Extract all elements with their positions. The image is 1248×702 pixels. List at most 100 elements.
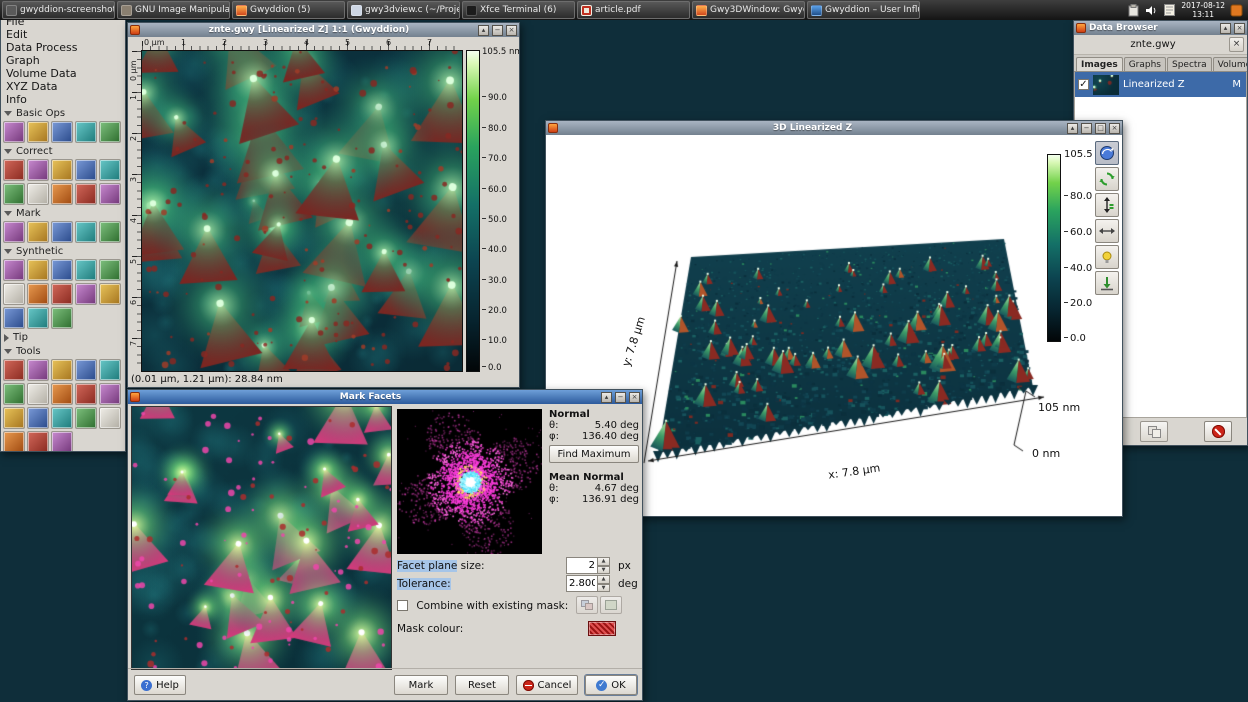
tool-icon[interactable] bbox=[27, 183, 49, 205]
spin-down-icon[interactable]: ▼ bbox=[598, 566, 610, 575]
tool-icon[interactable] bbox=[3, 383, 25, 405]
menu-graph[interactable]: Graph bbox=[1, 54, 125, 67]
data-window-titlebar[interactable]: znte.gwy [Linearized Z] 1:1 (Gwyddion) ▴… bbox=[128, 23, 519, 37]
tool-icon[interactable] bbox=[3, 359, 25, 381]
afm-image-canvas[interactable] bbox=[142, 51, 462, 371]
close-button[interactable]: × bbox=[629, 392, 640, 403]
tool-icon[interactable] bbox=[99, 407, 121, 429]
tool-icon[interactable] bbox=[99, 283, 121, 305]
tolerance-input[interactable] bbox=[566, 575, 598, 592]
close-button[interactable]: × bbox=[1234, 23, 1245, 34]
cancel-button[interactable]: Cancel bbox=[516, 675, 578, 695]
tab-graphs[interactable]: Graphs bbox=[1124, 57, 1166, 71]
dialog-titlebar[interactable]: Mark Facets ▴−× bbox=[128, 390, 642, 404]
shade-button[interactable]: ▴ bbox=[478, 25, 489, 36]
tool-icon[interactable] bbox=[75, 221, 97, 243]
tool-icon[interactable] bbox=[27, 359, 49, 381]
tool-icon[interactable] bbox=[27, 259, 49, 281]
pan-view-button[interactable] bbox=[1095, 219, 1119, 243]
ok-button[interactable]: ✓OK bbox=[585, 675, 637, 695]
tool-icon[interactable] bbox=[27, 383, 49, 405]
close-file-icon[interactable]: × bbox=[1229, 37, 1244, 52]
light-rotation-button[interactable] bbox=[1095, 245, 1119, 269]
taskbar-window-button[interactable]: Gwyddion (5) bbox=[232, 1, 345, 19]
section-basic-ops[interactable]: Basic Ops bbox=[1, 106, 125, 120]
taskbar-window-button[interactable]: Xfce Terminal (6) bbox=[462, 1, 575, 19]
taskbar-window-button[interactable]: gwyddion-screenshot-... bbox=[2, 1, 115, 19]
facet-size-input[interactable] bbox=[566, 557, 598, 574]
tab-spectra[interactable]: Spectra bbox=[1167, 57, 1212, 71]
tool-icon[interactable] bbox=[99, 121, 121, 143]
menu-info[interactable]: Info bbox=[1, 93, 125, 106]
shade-button[interactable]: ▴ bbox=[601, 392, 612, 403]
tool-icon[interactable] bbox=[75, 359, 97, 381]
clipboard-icon[interactable] bbox=[1127, 4, 1140, 17]
tool-icon[interactable] bbox=[99, 183, 121, 205]
shade-button[interactable]: ▴ bbox=[1220, 23, 1231, 34]
tool-icon[interactable] bbox=[75, 159, 97, 181]
tool-icon[interactable] bbox=[27, 307, 49, 329]
tool-icon[interactable] bbox=[51, 221, 73, 243]
updates-icon[interactable] bbox=[1230, 4, 1243, 17]
reset-button[interactable]: Reset bbox=[455, 675, 509, 695]
tool-icon[interactable] bbox=[51, 431, 73, 451]
spin-down-icon[interactable]: ▼ bbox=[598, 584, 610, 593]
tool-icon[interactable] bbox=[3, 431, 25, 451]
tool-icon[interactable] bbox=[75, 407, 97, 429]
tool-icon[interactable] bbox=[75, 259, 97, 281]
tool-icon[interactable] bbox=[75, 283, 97, 305]
z-scale-button[interactable] bbox=[1095, 193, 1119, 217]
tool-icon[interactable] bbox=[27, 431, 49, 451]
find-maximum-button[interactable]: Find Maximum bbox=[549, 445, 639, 463]
tool-icon[interactable] bbox=[75, 383, 97, 405]
tool-icon[interactable] bbox=[99, 159, 121, 181]
tool-icon[interactable] bbox=[27, 283, 49, 305]
tool-icon[interactable] bbox=[27, 407, 49, 429]
notes-icon[interactable] bbox=[1163, 4, 1176, 17]
section-mark[interactable]: Mark bbox=[1, 206, 125, 220]
taskbar-window-button[interactable]: article.pdf bbox=[577, 1, 690, 19]
help-button[interactable]: ?Help bbox=[134, 675, 186, 695]
maximize-button[interactable]: □ bbox=[1095, 123, 1106, 134]
menu-data-process[interactable]: Data Process bbox=[1, 41, 125, 54]
mask-union-button[interactable] bbox=[600, 596, 622, 614]
close-button[interactable]: × bbox=[506, 25, 517, 36]
preview-image-canvas[interactable] bbox=[132, 407, 391, 669]
tool-icon[interactable] bbox=[51, 121, 73, 143]
combine-mask-checkbox[interactable] bbox=[397, 600, 408, 611]
visibility-checkbox[interactable] bbox=[1078, 79, 1089, 90]
tab-volume[interactable]: Volume bbox=[1213, 57, 1247, 71]
tool-icon[interactable] bbox=[51, 159, 73, 181]
minimize-button[interactable]: − bbox=[492, 25, 503, 36]
tool-icon[interactable] bbox=[51, 183, 73, 205]
spin-up-icon[interactable]: ▲ bbox=[598, 557, 610, 566]
3d-window-titlebar[interactable]: 3D Linearized Z ▴−□× bbox=[546, 121, 1122, 135]
taskbar-window-button[interactable]: GNU Image Manipulati... bbox=[117, 1, 230, 19]
tool-icon[interactable] bbox=[75, 183, 97, 205]
tool-icon[interactable] bbox=[3, 221, 25, 243]
clock[interactable]: 2017-08-1213:11 bbox=[1181, 1, 1225, 20]
list-item[interactable]: Linearized Z M bbox=[1075, 72, 1246, 97]
tool-icon[interactable] bbox=[3, 407, 25, 429]
taskbar-window-button[interactable]: Gwy3DWindow: Gwyddi... bbox=[692, 1, 805, 19]
tool-icon[interactable] bbox=[51, 259, 73, 281]
tool-icon[interactable] bbox=[3, 121, 25, 143]
tool-icon[interactable] bbox=[3, 183, 25, 205]
data-browser-titlebar[interactable]: Data Browser ▴× bbox=[1074, 21, 1247, 35]
section-tip[interactable]: Tip bbox=[1, 330, 125, 344]
section-tools[interactable]: Tools bbox=[1, 344, 125, 358]
tool-icon[interactable] bbox=[99, 259, 121, 281]
menu-xyz-data[interactable]: XYZ Data bbox=[1, 80, 125, 93]
tool-icon[interactable] bbox=[99, 359, 121, 381]
mask-colour-swatch[interactable] bbox=[588, 621, 616, 636]
shade-button[interactable]: ▴ bbox=[1067, 123, 1078, 134]
delete-button[interactable] bbox=[1204, 421, 1232, 442]
tool-icon[interactable] bbox=[27, 159, 49, 181]
tool-icon[interactable] bbox=[99, 221, 121, 243]
tab-images[interactable]: Images bbox=[1076, 57, 1123, 71]
duplicate-button[interactable] bbox=[1140, 421, 1168, 442]
tool-icon[interactable] bbox=[3, 307, 25, 329]
tool-icon[interactable] bbox=[3, 259, 25, 281]
mark-button[interactable]: Mark bbox=[394, 675, 448, 695]
facet-orientation-canvas[interactable] bbox=[397, 409, 542, 554]
